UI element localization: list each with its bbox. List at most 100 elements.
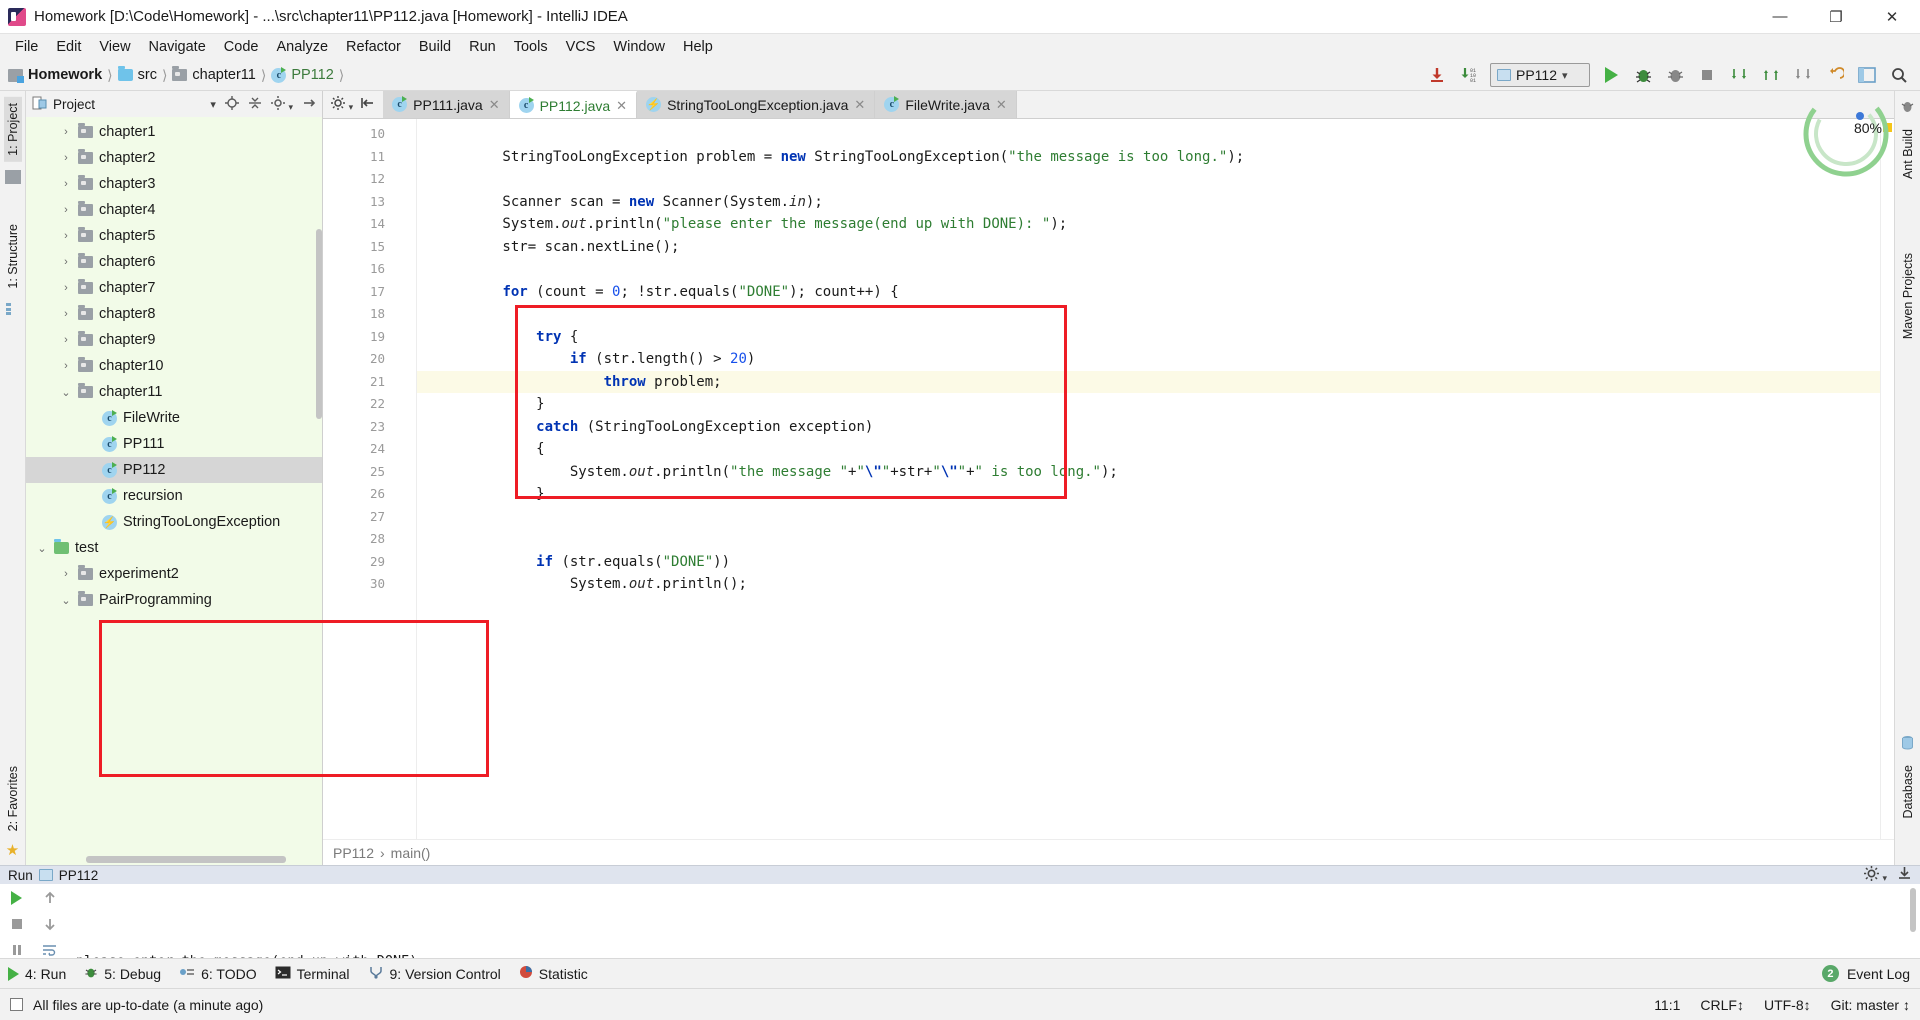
close-icon[interactable]: ✕: [616, 98, 627, 114]
code-line[interactable]: if (str.equals("DONE")): [417, 551, 1880, 574]
code-line[interactable]: [417, 123, 1880, 146]
code-line[interactable]: System.out.println("the message "+"\""+s…: [417, 461, 1880, 484]
run-configuration-selector[interactable]: PP112 ▾: [1490, 63, 1590, 87]
chevron-right-icon[interactable]: ›: [60, 126, 72, 138]
chevron-right-icon[interactable]: ›: [60, 282, 72, 294]
close-icon[interactable]: ✕: [996, 97, 1007, 113]
rerun-icon[interactable]: [7, 888, 27, 908]
tool-window-debug[interactable]: 5: Debug: [84, 965, 161, 982]
vcs-commit-icon[interactable]: [1760, 64, 1782, 86]
layout-icon[interactable]: [1856, 64, 1878, 86]
chevron-right-icon[interactable]: ›: [60, 360, 72, 372]
code-line[interactable]: throw problem;: [417, 370, 1880, 393]
maximize-button[interactable]: ❐: [1808, 0, 1864, 34]
git-branch[interactable]: Git: master ↕: [1831, 997, 1910, 1013]
tree-vertical-scrollbar[interactable]: [316, 229, 322, 419]
editor-tab-stringtoolongexception[interactable]: ⚡ StringTooLongException.java ✕: [637, 91, 876, 118]
code-line[interactable]: }: [417, 483, 1880, 506]
commit-icon[interactable]: 01 10 01: [1458, 64, 1480, 86]
tree-item[interactable]: ⌄ test: [26, 535, 322, 561]
chevron-right-icon[interactable]: ›: [60, 334, 72, 346]
tree-horizontal-scrollbar[interactable]: [86, 856, 286, 863]
code-editor[interactable]: 10 11 12 13 14 15 16 17 18 19 20 21 22 23 24 25 26 27 28 29…: [323, 119, 1894, 839]
collapse-all-icon[interactable]: [248, 96, 262, 113]
sidebar-item-database[interactable]: Database: [1899, 759, 1917, 825]
chevron-down-icon[interactable]: ⌄: [60, 386, 72, 399]
code-line[interactable]: [417, 168, 1880, 191]
code-line[interactable]: [417, 258, 1880, 281]
editor-marker-rail[interactable]: [1880, 119, 1894, 839]
code-text[interactable]: StringTooLongException problem = new Str…: [417, 119, 1880, 839]
run-icon[interactable]: [1600, 64, 1622, 86]
code-line[interactable]: System.out.println();: [417, 573, 1880, 596]
menu-file[interactable]: File: [6, 37, 47, 57]
code-line[interactable]: [417, 303, 1880, 326]
scroll-to-source-icon[interactable]: [361, 96, 375, 113]
sidebar-item-ant-build[interactable]: Ant Build: [1899, 123, 1917, 185]
caret-position[interactable]: 11:1: [1654, 997, 1680, 1013]
chevron-right-icon[interactable]: ›: [60, 568, 72, 580]
debug-icon[interactable]: [1632, 64, 1654, 86]
menu-help[interactable]: Help: [674, 37, 722, 57]
tree-item[interactable]: › chapter6: [26, 249, 322, 275]
tree-item[interactable]: ⌄ PairProgramming: [26, 587, 322, 613]
tree-item[interactable]: ›crecursion: [26, 483, 322, 509]
vcs-update-icon[interactable]: [1728, 64, 1750, 86]
code-line[interactable]: try {: [417, 326, 1880, 349]
tree-item[interactable]: › chapter2: [26, 145, 322, 171]
breadcrumb-chapter11[interactable]: chapter11: [172, 66, 256, 83]
breadcrumb-method[interactable]: main(): [391, 845, 431, 861]
editor-tab-pp112[interactable]: c PP112.java ✕: [509, 91, 638, 118]
tree-item[interactable]: › chapter7: [26, 275, 322, 301]
menu-run[interactable]: Run: [460, 37, 505, 57]
up-icon[interactable]: [40, 888, 60, 908]
down-icon[interactable]: [40, 914, 60, 934]
tree-item[interactable]: ›cPP112: [26, 457, 322, 483]
chevron-right-icon[interactable]: ›: [60, 178, 72, 190]
close-icon[interactable]: ✕: [854, 97, 865, 113]
menu-navigate[interactable]: Navigate: [140, 37, 215, 57]
run-panel-config-name[interactable]: PP112: [59, 868, 99, 883]
code-line[interactable]: catch (StringTooLongException exception): [417, 416, 1880, 439]
tree-item[interactable]: › chapter9: [26, 327, 322, 353]
menu-code[interactable]: Code: [215, 37, 268, 57]
chevron-down-icon[interactable]: ⌄: [60, 594, 72, 607]
code-line[interactable]: [417, 528, 1880, 551]
sidebar-item-favorites[interactable]: 2: Favorites: [4, 760, 22, 837]
line-separator[interactable]: CRLF↕: [1700, 997, 1744, 1013]
menu-analyze[interactable]: Analyze: [267, 37, 337, 57]
export-icon[interactable]: [1897, 866, 1912, 884]
tree-item[interactable]: › chapter5: [26, 223, 322, 249]
stop-icon[interactable]: [7, 914, 27, 934]
minimize-button[interactable]: —: [1752, 0, 1808, 34]
breadcrumb-pp112[interactable]: c PP112: [271, 66, 334, 83]
project-tree[interactable]: › chapter1 › chapter2 › chapter3 › chapter4 › cha…: [26, 117, 322, 865]
menu-refactor[interactable]: Refactor: [337, 37, 410, 57]
tree-item[interactable]: › chapter3: [26, 171, 322, 197]
chevron-right-icon[interactable]: ›: [60, 256, 72, 268]
tree-item[interactable]: › chapter8: [26, 301, 322, 327]
chevron-right-icon[interactable]: ›: [60, 152, 72, 164]
tool-window-statistic[interactable]: Statistic: [519, 965, 588, 982]
tree-item[interactable]: › chapter4: [26, 197, 322, 223]
tool-window-run[interactable]: 4: Run: [8, 966, 66, 982]
locate-icon[interactable]: [224, 95, 239, 113]
code-line[interactable]: Scanner scan = new Scanner(System.in);: [417, 191, 1880, 214]
chevron-right-icon[interactable]: ›: [60, 230, 72, 242]
close-button[interactable]: ✕: [1864, 0, 1920, 34]
stop-icon[interactable]: [1696, 64, 1718, 86]
menu-view[interactable]: View: [90, 37, 139, 57]
code-line[interactable]: StringTooLongException problem = new Str…: [417, 146, 1880, 169]
tool-window-todo[interactable]: 6: TODO: [179, 965, 257, 982]
editor-tab-filewrite[interactable]: c FileWrite.java ✕: [875, 91, 1017, 118]
tool-window-version-control[interactable]: 9: Version Control: [368, 965, 501, 982]
close-icon[interactable]: ✕: [489, 97, 500, 113]
code-line[interactable]: for (count = 0; !str.equals("DONE"); cou…: [417, 281, 1880, 304]
menu-tools[interactable]: Tools: [505, 37, 557, 57]
tree-item[interactable]: ›cFileWrite: [26, 405, 322, 431]
chevron-down-icon[interactable]: ▾: [210, 98, 216, 111]
pause-icon[interactable]: [7, 940, 27, 960]
hide-icon[interactable]: [302, 96, 316, 113]
run-with-coverage-icon[interactable]: [1664, 64, 1686, 86]
update-project-icon[interactable]: [1426, 64, 1448, 86]
